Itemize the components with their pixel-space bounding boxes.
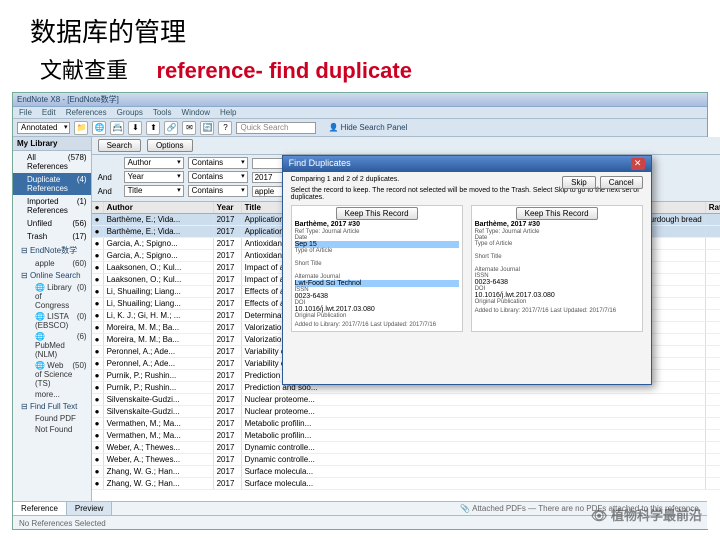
col-year[interactable]: Year — [214, 202, 242, 213]
keep-record-button-left[interactable]: Keep This Record — [336, 207, 418, 220]
table-row[interactable]: ●Zhang, W. G.; Han...2017Surface molecul… — [92, 478, 720, 490]
quick-search-input[interactable]: Quick Search — [236, 122, 316, 134]
sidebar-item-apple[interactable]: apple(60) — [13, 258, 91, 269]
export-icon[interactable]: ⬆ — [146, 121, 160, 135]
table-row[interactable]: ●Vermathen, M.; Ma...2017Metabolic profi… — [92, 418, 720, 430]
sidebar-header: My Library — [13, 137, 91, 151]
watermark: 👁 植物科学最前沿 — [591, 505, 702, 524]
close-icon[interactable]: ✕ — [631, 158, 645, 170]
subtitle-en: reference- find duplicate — [156, 58, 412, 84]
dialog-left-record: Keep This Record Barthème, 2017 #30Ref T… — [291, 205, 463, 332]
dialog-titlebar[interactable]: Find Duplicates ✕ — [283, 156, 651, 172]
filter-field[interactable]: Title — [124, 185, 184, 197]
link-icon[interactable]: 🔗 — [164, 121, 178, 135]
sidebar-group-online[interactable]: ⊟ Online Search — [13, 269, 91, 282]
subtitle-cn: 文献查重 — [40, 53, 128, 85]
sidebar-duplicate-references[interactable]: Duplicate References(4) — [13, 173, 91, 195]
dialog-right-record: Keep This Record Barthème, 2017 #30Ref T… — [471, 205, 643, 332]
sidebar-imported-references[interactable]: Imported References(1) — [13, 195, 91, 217]
col-rating[interactable]: Rating — [706, 202, 720, 213]
menu-references[interactable]: References — [66, 108, 107, 117]
tab-reference[interactable]: Reference — [13, 502, 67, 515]
sidebar: My Library All References(578) Duplicate… — [13, 137, 92, 529]
options-button[interactable]: Options — [147, 139, 193, 152]
sidebar-all-references[interactable]: All References(578) — [13, 151, 91, 173]
table-row[interactable]: ●Silvenskaite-Gudzi...2017Nuclear proteo… — [92, 406, 720, 418]
app-window: EndNote X8 - [EndNote数学] File Edit Referen… — [12, 92, 708, 530]
card-icon[interactable]: 📇 — [110, 121, 124, 135]
menu-window[interactable]: Window — [182, 108, 210, 117]
sidebar-group-findfulltext[interactable]: ⊟ Find Full Text — [13, 400, 91, 413]
tab-preview[interactable]: Preview — [67, 502, 112, 515]
dialog-title-text: Find Duplicates — [289, 158, 351, 170]
sidebar-online-item[interactable]: 🌐 Library of Congress(0) — [13, 282, 91, 311]
sidebar-trash[interactable]: Trash(17) — [13, 230, 91, 243]
content-area: Search Options AuthorContains+−AndYearCo… — [92, 137, 720, 529]
filter-field[interactable]: Year — [124, 171, 184, 183]
filter-op[interactable]: Contains — [188, 171, 248, 183]
window-titlebar: EndNote X8 - [EndNote数学] — [13, 93, 707, 107]
keep-record-button-right[interactable]: Keep This Record — [516, 207, 598, 220]
sidebar-fft-item[interactable]: Found PDF — [13, 413, 91, 424]
slide-subtitle: 文献查重 reference- find duplicate — [0, 53, 720, 91]
hide-search-panel[interactable]: 👤 Hide Search Panel — [328, 123, 407, 132]
sidebar-online-item[interactable]: 🌐 PubMed (NLM)(6) — [13, 331, 91, 360]
filter-field[interactable]: Author — [124, 157, 184, 169]
col-author[interactable]: Author — [104, 202, 214, 213]
filter-op[interactable]: Contains — [188, 185, 248, 197]
globe-icon[interactable]: 🌐 — [92, 121, 106, 135]
sync-icon[interactable]: 🔄 — [200, 121, 214, 135]
menu-help[interactable]: Help — [220, 108, 236, 117]
filter-op[interactable]: Contains — [188, 157, 248, 169]
sidebar-online-item[interactable]: 🌐 LISTA (EBSCO)(0) — [13, 311, 91, 331]
search-bar: Search Options — [92, 137, 720, 155]
table-row[interactable]: ●Zhang, W. G.; Han...2017Surface molecul… — [92, 466, 720, 478]
dialog-msg2: Select the record to keep. The record no… — [291, 187, 643, 201]
menu-edit[interactable]: Edit — [42, 108, 56, 117]
search-button[interactable]: Search — [98, 139, 141, 152]
sidebar-online-item[interactable]: 🌐 Web of Science (TS)(50) — [13, 360, 91, 389]
col-attach[interactable]: ● — [92, 202, 104, 213]
slide-title: 数据库的管理 — [0, 0, 720, 53]
table-row[interactable]: ●Weber, A.; Thewes...2017Dynamic control… — [92, 442, 720, 454]
folder-icon[interactable]: 📁 — [74, 121, 88, 135]
sidebar-fft-item[interactable]: Not Found — [13, 424, 91, 435]
menu-groups[interactable]: Groups — [117, 108, 143, 117]
style-dropdown[interactable]: Annotated — [17, 122, 70, 134]
mail-icon[interactable]: ✉ — [182, 121, 196, 135]
find-duplicates-dialog: Find Duplicates ✕ Comparing 1 and 2 of 2… — [282, 155, 652, 385]
table-row[interactable]: ●Weber, A.; Thewes...2017Dynamic control… — [92, 454, 720, 466]
sidebar-group-endnote[interactable]: ⊟ EndNote数学 — [13, 243, 91, 258]
sidebar-unfiled[interactable]: Unfiled(56) — [13, 217, 91, 230]
table-row[interactable]: ●Silvenskaite-Gudzi...2017Nuclear proteo… — [92, 394, 720, 406]
menubar: File Edit References Groups Tools Window Help — [13, 107, 707, 119]
sidebar-more[interactable]: more... — [13, 389, 91, 400]
help-icon[interactable]: ? — [218, 121, 232, 135]
menu-tools[interactable]: Tools — [153, 108, 172, 117]
menu-file[interactable]: File — [19, 108, 32, 117]
cancel-button[interactable]: Cancel — [600, 176, 643, 189]
import-icon[interactable]: ⬇ — [128, 121, 142, 135]
toolbar: Annotated 📁 🌐 📇 ⬇ ⬆ 🔗 ✉ 🔄 ? Quick Search… — [13, 119, 707, 137]
table-row[interactable]: ●Vermathen, M.; Ma...2017Metabolic profi… — [92, 430, 720, 442]
skip-button[interactable]: Skip — [562, 176, 596, 189]
